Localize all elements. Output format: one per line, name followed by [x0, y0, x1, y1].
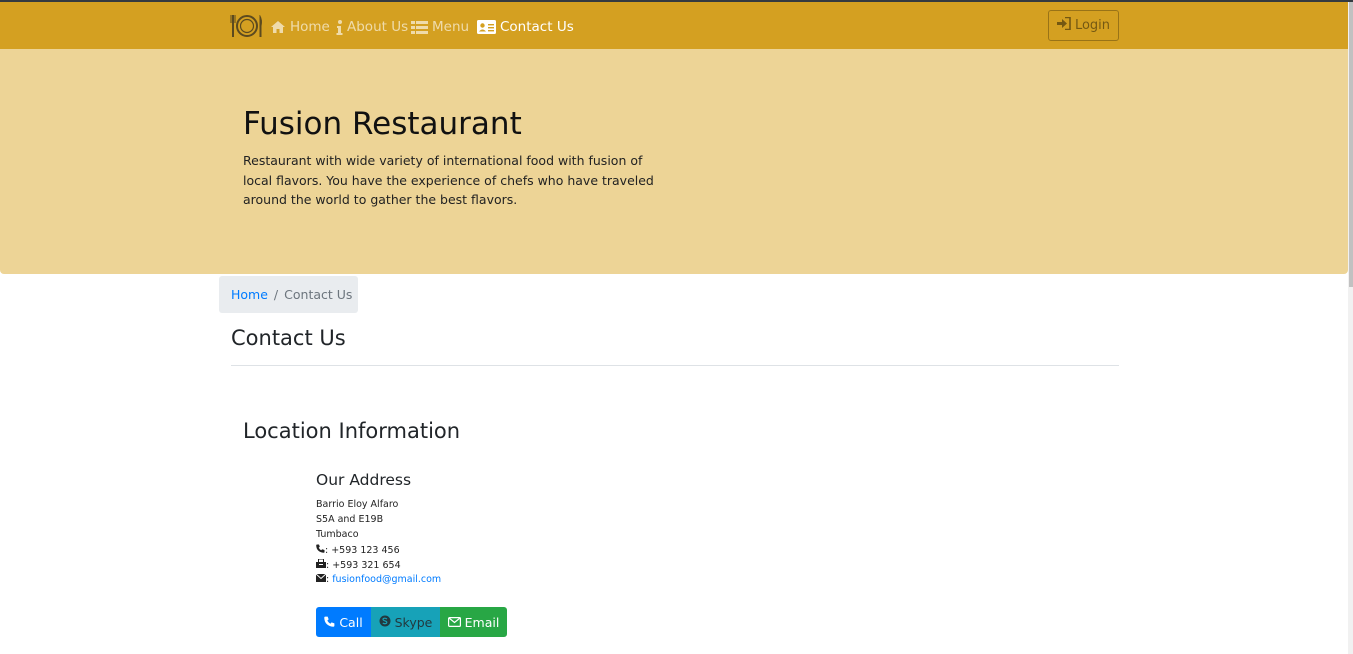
contact-button-group: Call Skype Email — [316, 607, 507, 637]
nav-item-label: Contact Us — [500, 19, 574, 35]
phone-number: : +593 123 456 — [325, 544, 400, 556]
info-icon — [336, 19, 343, 35]
envelope-icon — [315, 573, 327, 585]
address-line-3: Tumbaco — [316, 529, 359, 540]
address-line-1: Barrio Eloy Alfaro — [316, 499, 399, 510]
plate-cutlery-icon[interactable] — [230, 12, 264, 40]
nav-item-menu[interactable]: Menu — [411, 16, 469, 38]
call-button[interactable]: Call — [316, 607, 371, 637]
fax-number: : +593 321 654 — [326, 559, 401, 571]
nav-item-contact-us[interactable]: Contact Us — [477, 16, 574, 38]
nav-item-about-us[interactable]: About Us — [336, 16, 408, 38]
location-section-title: Location Information — [243, 419, 461, 443]
phone-icon — [316, 544, 325, 556]
scrollbar-thumb[interactable] — [1349, 2, 1353, 287]
home-icon — [270, 20, 286, 34]
phone-icon — [324, 615, 335, 630]
sign-in-icon — [1056, 16, 1071, 34]
page-title: Contact Us — [231, 326, 346, 350]
fax-line: : +593 321 654 — [316, 558, 401, 571]
nav-item-label: About Us — [347, 19, 409, 35]
address-title: Our Address — [316, 471, 412, 489]
email-label: Email — [464, 614, 500, 630]
breadcrumb: Home / Contact Us — [219, 276, 358, 313]
call-label: Call — [339, 614, 363, 630]
skype-button[interactable]: Skype — [371, 607, 440, 637]
list-icon — [411, 20, 428, 34]
nav-item-label: Home — [290, 19, 330, 35]
hero-jumbotron — [0, 49, 1348, 274]
breadcrumb-home-link[interactable]: Home — [231, 287, 268, 302]
envelope-icon — [447, 615, 461, 630]
breadcrumb-separator: / — [273, 287, 279, 302]
skype-icon — [379, 615, 391, 630]
address-card-icon — [477, 20, 496, 34]
login-label: Login — [1074, 18, 1111, 33]
nav-item-home[interactable]: Home — [270, 16, 330, 38]
email-prefix: : — [326, 574, 330, 585]
hero-description: Restaurant with wide variety of internat… — [243, 153, 654, 207]
navbar: Home About Us Menu Contact Us Login — [0, 2, 1348, 49]
login-button[interactable]: Login — [1048, 10, 1119, 41]
email-button[interactable]: Email — [440, 607, 507, 637]
breadcrumb-current: Contact Us — [284, 287, 353, 302]
hero-title: Fusion Restaurant — [243, 106, 522, 142]
fax-icon — [316, 558, 326, 571]
email-line: : fusionfood@gmail.com — [315, 573, 441, 585]
skype-label: Skype — [394, 614, 433, 630]
phone-line: : +593 123 456 — [316, 544, 400, 556]
title-divider — [231, 365, 1119, 366]
email-link[interactable]: fusionfood@gmail.com — [332, 574, 441, 585]
address-line-2: S5A and E19B — [316, 514, 384, 525]
nav-item-label: Menu — [432, 19, 470, 35]
